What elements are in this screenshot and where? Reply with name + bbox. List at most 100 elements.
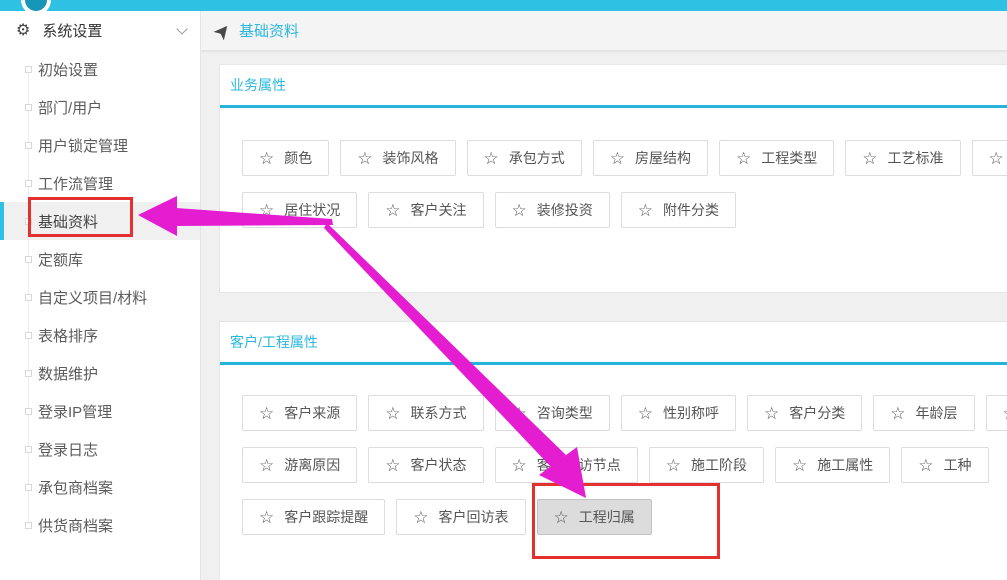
sidebar-item-label: 供货商档案	[38, 515, 113, 536]
star-icon: ☆	[989, 150, 1004, 167]
sidebar-item-2[interactable]: 用户锁定管理	[0, 126, 200, 164]
attribute-button-label: 装修投资	[537, 200, 593, 220]
attribute-button[interactable]: ☆ 工种	[901, 447, 988, 483]
sidebar-item-5[interactable]: 定额库	[0, 240, 200, 278]
attribute-button[interactable]: ☆ 工程类型	[719, 140, 834, 176]
attribute-button[interactable]: ☆ 工程归属	[537, 499, 652, 535]
sidebar-item-label: 初始设置	[38, 59, 98, 80]
sidebar-item-1[interactable]: 部门/用户	[0, 88, 200, 126]
attribute-row: ☆ 客户跟踪提醒 ☆ 客户回访表 ☆ 工程归属	[242, 499, 1007, 535]
attribute-button-label: 年龄层	[916, 403, 958, 423]
star-icon: ☆	[512, 457, 527, 474]
attribute-button[interactable]: ☆ 承包方式	[467, 140, 582, 176]
attribute-button[interactable]: ☆ 年龄层	[873, 395, 974, 431]
sidebar-item-9[interactable]: 登录IP管理	[0, 392, 200, 430]
attribute-button[interactable]: ☆ 客户跟踪提醒	[242, 499, 385, 535]
attribute-button[interactable]: ☆ 性别称呼	[621, 395, 736, 431]
attribute-button[interactable]: ☆ 施工属性	[775, 447, 890, 483]
attribute-button[interactable]: ☆ 附件分类	[621, 192, 736, 228]
attribute-button[interactable]: ☆ 游离原因	[242, 447, 357, 483]
sidebar-item-4[interactable]: 基础资料	[0, 202, 200, 240]
bullet-icon	[25, 142, 32, 149]
sidebar-item-label: 登录IP管理	[38, 401, 112, 422]
attribute-button-label: 工艺标准	[888, 148, 944, 168]
star-icon: ☆	[413, 509, 428, 526]
attribute-button-label: 房屋结构	[635, 148, 691, 168]
star-icon: ☆	[638, 202, 653, 219]
star-icon: ☆	[918, 457, 933, 474]
attribute-button[interactable]: ☆	[986, 395, 1007, 431]
star-icon: ☆	[357, 150, 372, 167]
attribute-button[interactable]: ☆ 装修投资	[495, 192, 610, 228]
sidebar-item-0[interactable]: 初始设置	[0, 50, 200, 88]
attribute-button[interactable]: ☆ 联系方式	[368, 395, 483, 431]
gear-icon: ⚙	[16, 23, 30, 39]
attribute-button[interactable]: ☆ 客户回访节点	[495, 447, 638, 483]
attribute-button[interactable]: ☆	[972, 140, 1007, 176]
attribute-button[interactable]: ☆ 居住状况	[242, 192, 357, 228]
sidebar-item-label: 定额库	[38, 249, 83, 270]
main-area: 基础资料 业务属性 ☆ 颜色 ☆ 装饰风格 ☆ 承包方式 ☆ 房屋结构 ☆ 工程…	[201, 11, 1007, 580]
attribute-button-label: 性别称呼	[663, 403, 719, 423]
sidebar-item-3[interactable]: 工作流管理	[0, 164, 200, 202]
sidebar-item-11[interactable]: 承包商档案	[0, 468, 200, 506]
attribute-button[interactable]: ☆ 客户来源	[242, 395, 357, 431]
bullet-icon	[25, 370, 32, 377]
panel-business-attributes: 业务属性 ☆ 颜色 ☆ 装饰风格 ☆ 承包方式 ☆ 房屋结构 ☆ 工程类型 ☆ …	[219, 64, 1007, 293]
sidebar-item-label: 数据维护	[38, 363, 98, 384]
panel-title: 业务属性	[220, 65, 1007, 108]
star-icon: ☆	[638, 405, 653, 422]
star-icon: ☆	[484, 150, 499, 167]
panel-title: 客户/工程属性	[220, 322, 1007, 365]
star-icon: ☆	[259, 150, 274, 167]
attribute-button-label: 客户回访表	[439, 507, 509, 527]
attribute-button[interactable]: ☆ 咨询类型	[495, 395, 610, 431]
attribute-button[interactable]: ☆ 客户关注	[368, 192, 483, 228]
attribute-button[interactable]: ☆ 工艺标准	[845, 140, 960, 176]
sidebar-item-6[interactable]: 自定义项目/材料	[0, 278, 200, 316]
attribute-button-label: 装饰风格	[383, 148, 439, 168]
star-icon: ☆	[259, 405, 274, 422]
sidebar-item-7[interactable]: 表格排序	[0, 316, 200, 354]
attribute-button-label: 咨询类型	[537, 403, 593, 423]
attribute-button[interactable]: ☆ 客户回访表	[396, 499, 525, 535]
attribute-button[interactable]: ☆ 装饰风格	[340, 140, 455, 176]
attribute-button-label: 附件分类	[663, 200, 719, 220]
attribute-button[interactable]: ☆ 房屋结构	[593, 140, 708, 176]
attribute-button-label: 客户状态	[411, 455, 467, 475]
bullet-icon	[25, 446, 32, 453]
star-icon: ☆	[512, 202, 527, 219]
sidebar-item-label: 承包商档案	[38, 477, 113, 498]
attribute-row: ☆ 居住状况 ☆ 客户关注 ☆ 装修投资 ☆ 附件分类	[242, 192, 1007, 228]
attribute-button[interactable]: ☆ 客户分类	[747, 395, 862, 431]
attribute-button-label: 工程归属	[579, 507, 635, 527]
attribute-button[interactable]: ☆ 客户状态	[368, 447, 483, 483]
sidebar-group-system-settings[interactable]: ⚙ 系统设置	[0, 11, 200, 50]
bullet-icon	[25, 484, 32, 491]
panel-body: ☆ 颜色 ☆ 装饰风格 ☆ 承包方式 ☆ 房屋结构 ☆ 工程类型 ☆ 工艺标准 …	[220, 108, 1007, 292]
attribute-button-label: 承包方式	[509, 148, 565, 168]
star-icon: ☆	[385, 405, 400, 422]
star-icon: ☆	[792, 457, 807, 474]
attribute-button[interactable]: ☆ 施工阶段	[649, 447, 764, 483]
star-icon: ☆	[764, 405, 779, 422]
chevron-down-icon	[176, 23, 187, 34]
attribute-button-label: 施工属性	[817, 455, 873, 475]
panel-body: ☆ 客户来源 ☆ 联系方式 ☆ 咨询类型 ☆ 性别称呼 ☆ 客户分类 ☆ 年龄层…	[220, 365, 1007, 580]
attribute-button-label: 客户回访节点	[537, 455, 621, 475]
sidebar-item-8[interactable]: 数据维护	[0, 354, 200, 392]
attribute-row: ☆ 颜色 ☆ 装饰风格 ☆ 承包方式 ☆ 房屋结构 ☆ 工程类型 ☆ 工艺标准 …	[242, 140, 1007, 176]
breadcrumb-label: 基础资料	[239, 20, 299, 41]
sidebar-group-label: 系统设置	[42, 20, 102, 41]
sidebar-item-10[interactable]: 登录日志	[0, 430, 200, 468]
attribute-button[interactable]: ☆ 颜色	[242, 140, 329, 176]
bullet-icon	[25, 180, 32, 187]
star-icon: ☆	[862, 150, 877, 167]
bullet-icon	[25, 218, 32, 225]
bullet-icon	[25, 522, 32, 529]
star-icon: ☆	[1003, 405, 1007, 422]
star-icon: ☆	[385, 457, 400, 474]
sidebar-item-12[interactable]: 供货商档案	[0, 506, 200, 544]
star-icon: ☆	[512, 405, 527, 422]
attribute-button-label: 施工阶段	[691, 455, 747, 475]
